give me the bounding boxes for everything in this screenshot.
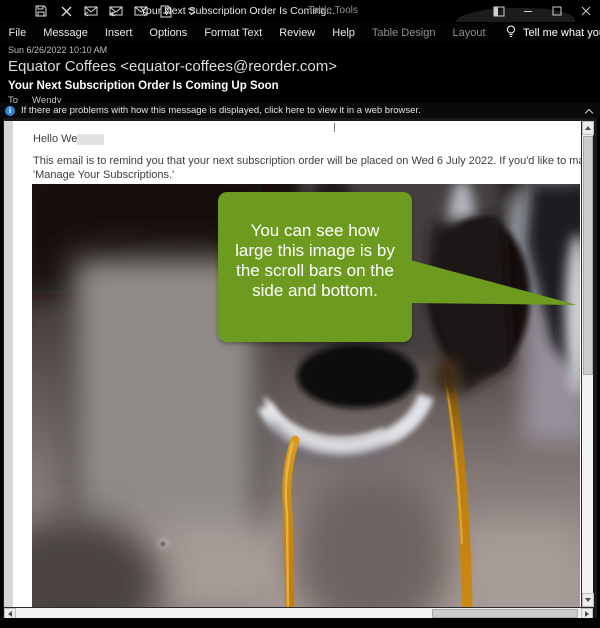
message-sender[interactable]: Equator Coffees <equator-coffees@reorder… — [8, 58, 337, 75]
tab-options[interactable]: Options — [141, 27, 196, 39]
reply-icon[interactable] — [84, 4, 98, 18]
redacted-name — [77, 134, 104, 145]
window-controls — [484, 0, 600, 22]
ribbon-tab-row: File Message Insert Options Format Text … — [0, 22, 600, 43]
maximize-button[interactable] — [542, 0, 571, 22]
tab-layout[interactable]: Layout — [444, 27, 494, 39]
email-body: Hello Wendy This email is to remind you … — [13, 121, 581, 607]
tab-file[interactable]: File — [0, 27, 35, 39]
arrow-up-icon — [585, 126, 591, 130]
outlook-message-window: Your Next Subscription Order Is Coming..… — [0, 0, 600, 628]
tell-me-label: Tell me what you want to do — [523, 26, 600, 39]
reply-all-icon[interactable] — [109, 4, 123, 18]
tab-insert[interactable]: Insert — [96, 27, 141, 39]
window-bottom-border — [0, 618, 600, 628]
info-icon: i — [5, 105, 15, 116]
scroll-up-button[interactable] — [582, 121, 594, 135]
body-paragraph-line1: This email is to remind you that your ne… — [33, 155, 581, 167]
tab-message[interactable]: Message — [35, 27, 97, 39]
save-icon[interactable] — [34, 4, 48, 18]
text-cursor — [334, 123, 335, 132]
arrow-down-icon — [585, 598, 591, 602]
callout-text: You can see how large this image is by t… — [235, 221, 395, 300]
callout-pointer — [410, 260, 577, 305]
vertical-scrollbar-thumb[interactable] — [583, 136, 593, 375]
horizontal-scrollbar[interactable] — [4, 607, 593, 619]
lightbulb-icon — [506, 25, 516, 41]
tab-table-design[interactable]: Table Design — [363, 27, 444, 39]
vertical-scrollbar[interactable] — [581, 121, 594, 607]
info-bar-text[interactable]: If there are problems with how this mess… — [21, 105, 421, 116]
horizontal-scrollbar-thumb[interactable] — [432, 609, 578, 618]
scroll-down-button[interactable] — [582, 593, 594, 607]
info-bar[interactable]: i If there are problems with how this me… — [0, 103, 600, 118]
ribbon-display-options-button[interactable] — [484, 0, 513, 22]
tab-format-text[interactable]: Format Text — [196, 27, 271, 39]
window-title: Your Next Subscription Order Is Coming..… — [140, 5, 336, 17]
body-paragraph-line2: 'Manage Your Subscriptions.' — [33, 169, 175, 181]
arrow-left-icon — [8, 610, 12, 617]
collapse-header-chevron-icon[interactable] — [586, 108, 593, 115]
minimize-button[interactable] — [513, 0, 542, 22]
callout-annotation[interactable]: You can see how large this image is by t… — [218, 192, 412, 342]
message-date: Sun 6/26/2022 10:10 AM — [8, 45, 108, 55]
arrow-right-icon — [585, 610, 589, 617]
delete-icon[interactable] — [59, 4, 73, 18]
title-bar: Your Next Subscription Order Is Coming..… — [0, 0, 600, 38]
table-tools-label: Table Tools — [308, 5, 358, 16]
close-button[interactable] — [571, 0, 600, 22]
tab-help[interactable]: Help — [324, 27, 364, 39]
page-left-gutter — [4, 121, 13, 607]
tab-review[interactable]: Review — [271, 27, 324, 39]
message-subject: Your Next Subscription Order Is Coming U… — [8, 80, 279, 92]
tell-me-box[interactable]: Tell me what you want to do — [494, 25, 600, 41]
